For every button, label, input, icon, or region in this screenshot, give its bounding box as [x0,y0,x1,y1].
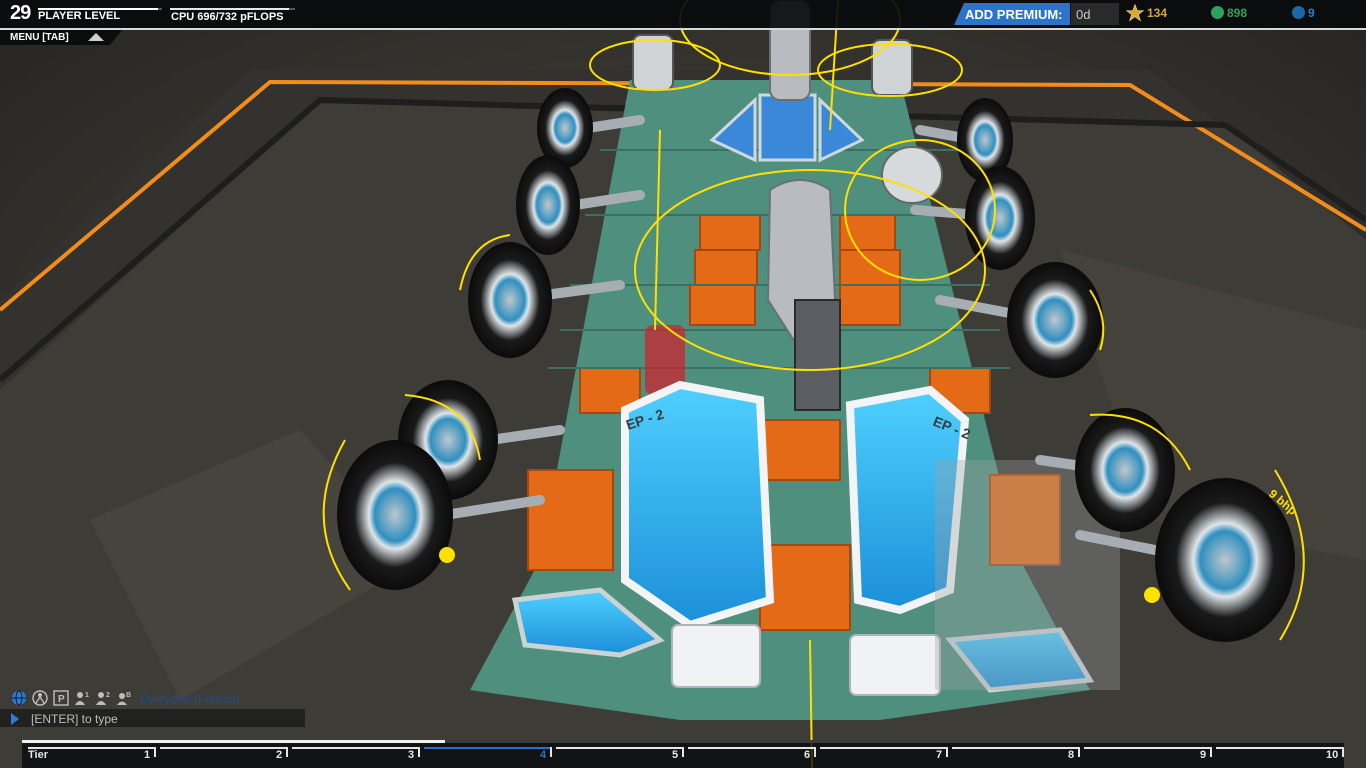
menu-arrow-icon[interactable] [88,33,104,41]
tier-tick [418,747,420,757]
tier-tick [1342,747,1344,757]
svg-text:2: 2 [106,692,110,699]
tier-number-6: 6 [804,749,811,761]
cosmetic-credits-count: 9 [1308,6,1315,20]
tier-tick [286,747,288,757]
star-icon [1126,4,1144,22]
tier-number-5: 5 [672,749,679,761]
chat-input-placeholder[interactable]: [ENTER] to type [31,712,118,726]
stars-count: 134 [1147,6,1168,20]
cosmetic-credits-icon [1292,6,1305,19]
tier-tick [682,747,684,757]
person-icon[interactable] [32,690,48,706]
tier-number-2: 2 [276,749,283,761]
tier-number-7: 7 [936,749,943,761]
tier-number-3: 3 [408,749,415,761]
tier-segment [556,747,682,749]
tier-segment [160,747,286,749]
tier-tick [1210,747,1212,757]
tier-segment [292,747,418,749]
tier-number-8: 8 [1068,749,1075,761]
svg-text:1: 1 [85,692,89,699]
player-level-label: PLAYER LEVEL [38,10,121,22]
tier-segment [952,747,1078,749]
tier-tick [946,747,948,757]
tier-number-1: 1 [144,749,151,761]
tier-segment [424,747,550,749]
cpu-bar-fill [170,8,289,10]
tier-segment [1216,747,1342,749]
tier-segment [28,747,154,749]
tier-number-4: 4 [540,749,547,761]
svg-text:P: P [58,694,65,705]
clan-icon[interactable]: B [116,690,132,706]
team-1-icon[interactable]: 1 [74,690,90,706]
party-icon[interactable]: P [53,690,69,706]
tier-segment [820,747,946,749]
tier-number-10: 10 [1326,749,1339,761]
tier-progress-track [22,740,1344,743]
tier-tick [1078,747,1080,757]
garage-robot-scene[interactable]: EP - 2 EP - 2 9 bhp [0,0,1366,768]
svg-text:B: B [126,692,131,699]
menu-button[interactable]: MENU [TAB] [10,32,69,43]
premium-days-value: 0d [1076,7,1091,22]
team-2-icon[interactable]: 2 [95,690,111,706]
cpu-bar [170,8,295,10]
cpu-label: CPU 696/732 pFLOPS [171,11,284,23]
chat-arrow-icon [11,713,19,725]
globe-icon[interactable] [11,690,27,706]
tier-tick [154,747,156,757]
tier-progress-fill [22,740,446,743]
hud-divider [0,28,1366,30]
robits-icon [1211,6,1224,19]
player-level-number: 29 [10,2,31,24]
tier-segment [1084,747,1210,749]
tier-segment [688,747,814,749]
add-premium-label[interactable]: ADD PREMIUM: [965,7,1063,22]
tier-tick [550,747,552,757]
chat-channel-label[interactable]: Everyone (French) [140,692,239,706]
tier-number-9: 9 [1200,749,1207,761]
tier-label: Tier [28,749,48,761]
robits-count: 898 [1227,6,1248,20]
tier-tick [814,747,816,757]
